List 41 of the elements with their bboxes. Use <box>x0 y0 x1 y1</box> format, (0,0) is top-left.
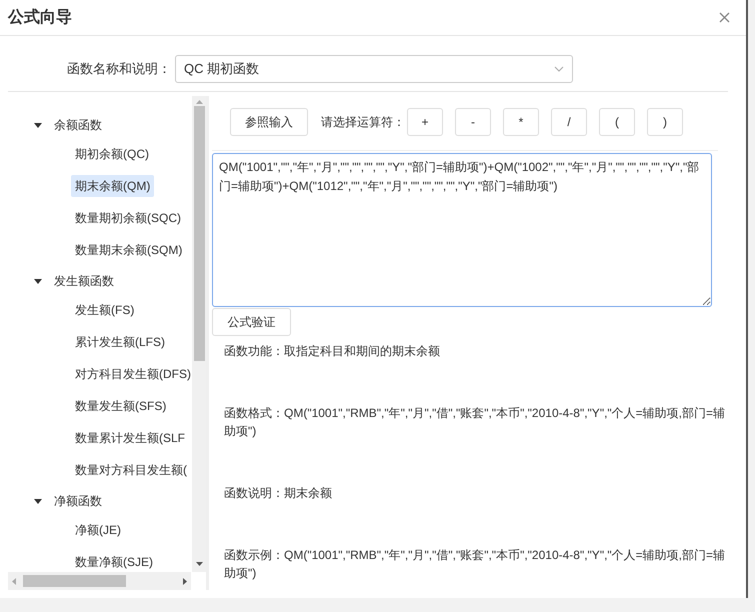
tree-group[interactable]: 净额函数 <box>54 492 102 510</box>
tree-item[interactable]: 数量发生额(SFS) <box>71 395 170 417</box>
tree-item[interactable]: 期末余额(QM) <box>71 175 154 197</box>
field-label: 函数名称和说明： <box>66 60 171 78</box>
close-icon[interactable] <box>719 12 730 23</box>
chevron-icon <box>554 66 564 72</box>
horizontal-scrollbar[interactable] <box>8 572 191 590</box>
tree-item[interactable]: 数量期初余额(SQC) <box>71 207 185 229</box>
operator-button[interactable]: / <box>551 108 587 136</box>
tree-group[interactable]: 余额函数 <box>54 116 102 134</box>
tree-item[interactable]: 对方科目发生额(DFS) <box>71 363 192 385</box>
formula-field[interactable]: QM("1001","","年","月","","","","","Y","部门=辅助项")+QM("1002","","年","月","","","","","Y","部门=辅助项")+QM("1012","","年","月","","","","","Y","部门=辅助项") <box>212 153 712 307</box>
tree-item[interactable]: 数量对方科目发生额( <box>71 459 191 481</box>
scroll-down-icon[interactable] <box>196 562 202 566</box>
operator-button[interactable]: * <box>503 108 539 136</box>
operator-button[interactable]: - <box>455 108 491 136</box>
description-text: 函数功能：取指定科目和期间的期末余额 <box>223 343 441 360</box>
tree-item[interactable]: 数量净额(SJE) <box>71 551 157 572</box>
tree-item[interactable]: 累计发生额(LFS) <box>71 331 169 353</box>
description-text: 函数格式：QM("1001","RMB","年","月","借","账套","本币","2010-4-8","Y","个人=辅助项,部门=辅助项") <box>223 405 726 440</box>
expanded-icon[interactable] <box>34 277 42 285</box>
tree-item[interactable]: 净额(JE) <box>71 519 125 541</box>
description-text: 函数说明：期末余额 <box>223 485 333 502</box>
operator-button[interactable]: + <box>407 108 443 136</box>
operator-button[interactable]: ) <box>647 108 683 136</box>
expanded-icon[interactable] <box>34 497 42 505</box>
operator-label: 请选择运算符： <box>321 114 405 131</box>
dialog-title: 公式向导 <box>8 8 72 28</box>
vertical-scrollbar[interactable] <box>192 96 206 572</box>
tree-item[interactable]: 期初余额(QC) <box>71 143 153 165</box>
tree-item[interactable]: 发生额(FS) <box>71 299 138 321</box>
tree-item[interactable]: 数量期末余额(SQM) <box>71 239 186 261</box>
scroll-right-icon[interactable] <box>183 578 187 584</box>
tree-group[interactable]: 发生额函数 <box>54 272 114 290</box>
operator-button[interactable]: ( <box>599 108 635 136</box>
reference-input-button[interactable]: 参照输入 <box>230 108 308 136</box>
verify-button[interactable]: 公式验证 <box>212 308 291 336</box>
description-text: 函数示例：QM("1001","RMB","年","月","借","账套","本币","2010-4-8","Y","个人=辅助项,部门=辅助项") <box>223 547 726 582</box>
tree-item[interactable]: 数量累计发生额(SLF <box>71 427 190 449</box>
expanded-icon[interactable] <box>34 121 42 129</box>
function-select[interactable]: QC 期初函数 <box>175 55 573 83</box>
